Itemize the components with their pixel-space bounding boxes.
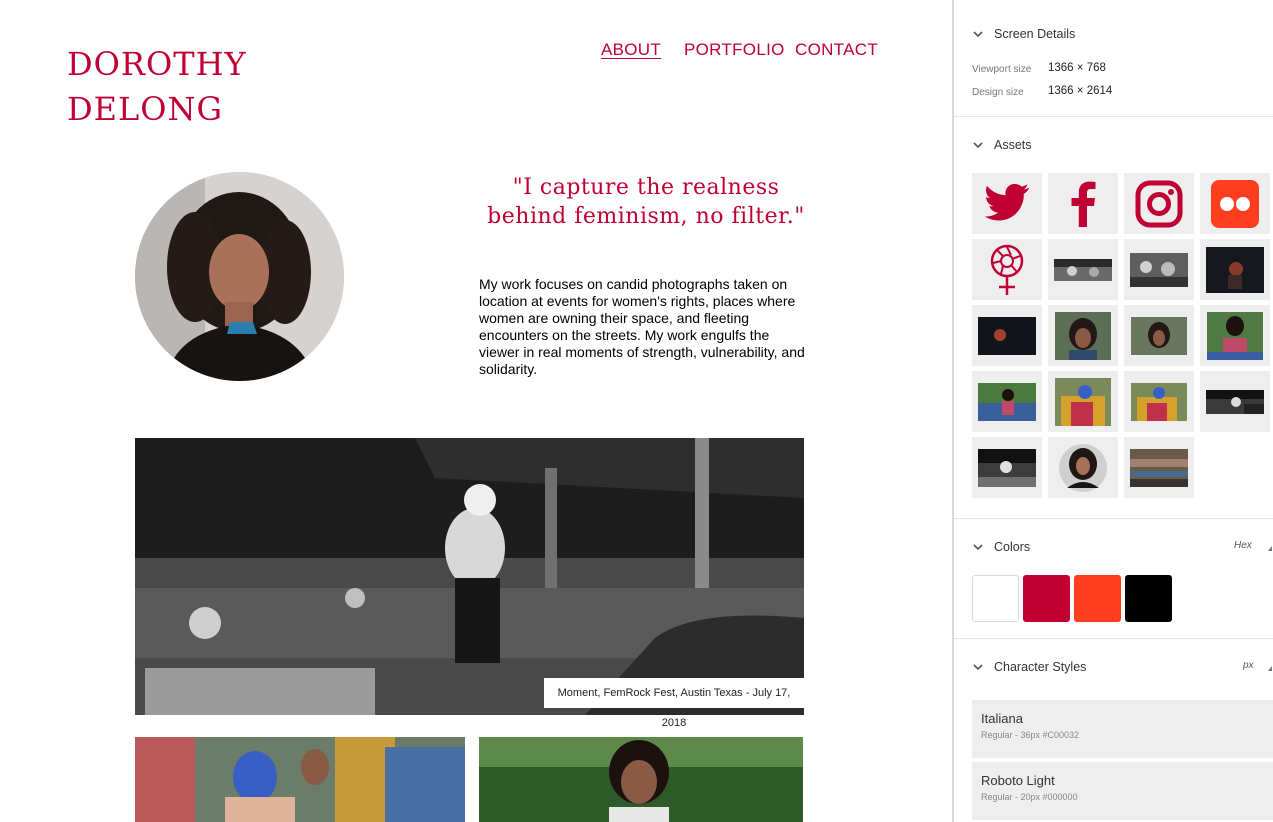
child-photo[interactable] <box>479 737 803 822</box>
asset-flickr[interactable] <box>1200 173 1270 234</box>
photo-thumbnail <box>1059 443 1107 492</box>
design-size-value: 1366 × 2614 <box>1048 85 1113 97</box>
photo-thumbnail <box>1055 377 1111 426</box>
asset-photo-thumb[interactable] <box>1200 239 1270 300</box>
asset-facebook[interactable] <box>1048 173 1118 234</box>
photo-thumbnail <box>1206 389 1264 414</box>
character-style-meta: Regular - 20px #000000 <box>981 792 1078 802</box>
nav-portfolio-link[interactable]: PORTFOLIO <box>684 40 785 60</box>
twitter-icon <box>984 183 1030 220</box>
assets-heading: Assets <box>994 138 1032 152</box>
asset-photo-thumb[interactable] <box>1124 437 1194 498</box>
portrait-photo[interactable] <box>135 172 344 381</box>
photo-thumbnail <box>1130 448 1188 487</box>
asset-feminism-symbol[interactable] <box>972 239 1042 300</box>
asset-photo-thumb[interactable] <box>972 305 1042 366</box>
character-styles-header[interactable]: Character Styles <box>972 660 1086 674</box>
photo-thumbnail <box>1131 316 1187 355</box>
color-swatch-crimson[interactable] <box>1023 575 1070 622</box>
photo-thumbnail <box>978 448 1036 487</box>
screen-details-heading: Screen Details <box>994 27 1076 41</box>
asset-photo-thumb[interactable] <box>1048 371 1118 432</box>
section-divider <box>954 638 1273 639</box>
screen-details-header[interactable]: Screen Details <box>972 27 1075 41</box>
color-swatch-black[interactable] <box>1125 575 1172 622</box>
hero-caption: Moment, FemRock Fest, Austin Texas - Jul… <box>544 678 804 729</box>
character-style-meta: Regular - 36px #C00032 <box>981 730 1080 740</box>
character-style-name: Roboto Light <box>981 773 1055 788</box>
character-style-card[interactable]: Roboto Light Regular - 20px #000000 <box>972 762 1273 820</box>
photo-thumbnail <box>978 316 1036 355</box>
character-style-name: Italiana <box>981 711 1023 726</box>
chevron-down-icon <box>973 544 983 551</box>
bio-paragraph: My work focuses on candid photographs ta… <box>479 276 805 377</box>
asset-photo-thumb[interactable] <box>972 437 1042 498</box>
chevron-down-icon <box>973 31 983 38</box>
site-title[interactable]: DOROTHY DELONG <box>67 42 247 132</box>
design-artboard: DOROTHY DELONG ABOUT PORTFOLIO CONTACT "… <box>0 0 952 822</box>
site-title-line1: DOROTHY <box>67 45 247 83</box>
asset-photo-thumb[interactable] <box>1124 371 1194 432</box>
assets-header[interactable]: Assets <box>972 138 1032 152</box>
asset-portrait-thumb[interactable] <box>1048 437 1118 498</box>
character-style-card[interactable]: Italiana Regular - 36px #C00032 <box>972 700 1273 758</box>
asset-photo-thumb[interactable] <box>1200 305 1270 366</box>
nav-about-link[interactable]: ABOUT <box>601 40 661 60</box>
quote-heading: "I capture the realness behind feminism,… <box>487 175 805 229</box>
site-title-line2: DELONG <box>67 90 224 128</box>
design-size-label: Design size <box>972 87 1024 98</box>
asset-photo-thumb[interactable] <box>972 371 1042 432</box>
color-swatch-orange[interactable] <box>1074 575 1121 622</box>
corner-arrow-icon[interactable] <box>1268 666 1272 671</box>
flickr-icon <box>1211 179 1259 228</box>
photo-thumbnail <box>1131 382 1187 421</box>
viewport-size-value: 1366 × 768 <box>1048 62 1106 74</box>
instagram-icon <box>1135 180 1183 227</box>
feminism-symbol-icon <box>990 244 1024 295</box>
colors-heading: Colors <box>994 540 1031 554</box>
section-divider <box>954 518 1273 519</box>
photo-thumbnail <box>1055 311 1111 360</box>
viewport-size-label: Viewport size <box>972 64 1032 75</box>
color-swatch-white[interactable] <box>972 575 1019 622</box>
inspector-panel: Screen Details Viewport size 1366 × 768 … <box>952 0 1273 822</box>
character-styles-heading: Character Styles <box>994 660 1087 674</box>
asset-photo-thumb[interactable] <box>1124 239 1194 300</box>
asset-photo-thumb[interactable] <box>1124 305 1194 366</box>
section-divider <box>954 116 1273 117</box>
asset-photo-thumb[interactable] <box>1048 305 1118 366</box>
colors-header[interactable]: Colors <box>972 540 1030 554</box>
asset-twitter[interactable] <box>972 173 1042 234</box>
asset-photo-thumb[interactable] <box>1200 371 1270 432</box>
chevron-down-icon <box>973 142 983 149</box>
color-format-toggle[interactable]: Hex <box>1234 540 1252 551</box>
asset-instagram[interactable] <box>1124 173 1194 234</box>
hero-photo[interactable] <box>135 438 804 715</box>
chevron-down-icon <box>973 664 983 671</box>
corner-arrow-icon[interactable] <box>1268 546 1272 551</box>
photo-thumbnail <box>978 382 1036 421</box>
photo-thumbnail <box>1206 246 1264 293</box>
festival-photo[interactable] <box>135 737 465 822</box>
photo-thumbnail <box>1207 311 1263 360</box>
unit-toggle[interactable]: px <box>1243 660 1254 671</box>
asset-photo-thumb[interactable] <box>1048 239 1118 300</box>
photo-thumbnail <box>1130 252 1188 287</box>
photo-thumbnail <box>1054 258 1112 281</box>
facebook-icon <box>1071 181 1096 227</box>
nav-contact-link[interactable]: CONTACT <box>795 40 878 60</box>
